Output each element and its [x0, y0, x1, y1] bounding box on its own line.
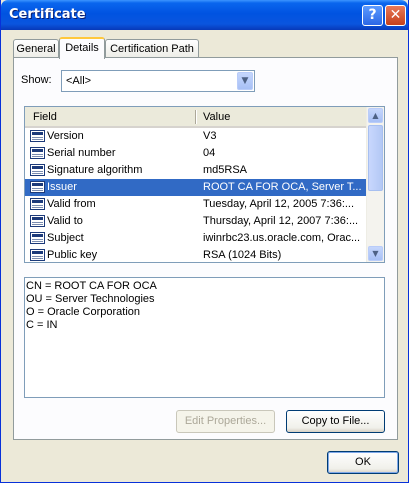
- certificate-field-icon: [30, 249, 45, 261]
- detail-line: O = Oracle Corporation: [26, 306, 141, 318]
- row-value: md5RSA: [203, 164, 248, 176]
- list-row[interactable]: Valid to Thursday, April 12, 2007 7:36:.…: [25, 213, 368, 230]
- copy-to-file-button[interactable]: Copy to File...: [286, 410, 385, 433]
- row-field: Public key: [47, 249, 98, 261]
- list-row[interactable]: Version V3: [25, 128, 368, 145]
- certificate-field-icon: [30, 232, 45, 244]
- ok-button[interactable]: OK: [327, 451, 399, 474]
- column-header-field[interactable]: Field: [33, 111, 57, 123]
- tab-certification-path[interactable]: Certification Path: [105, 39, 199, 59]
- list-row-selected[interactable]: Issuer ROOT CA FOR OCA, Server T...: [25, 179, 368, 196]
- list-row[interactable]: Public key RSA (1024 Bits): [25, 247, 368, 262]
- title-bar[interactable]: Certificate ? ✕: [1, 0, 408, 30]
- tab-general[interactable]: General: [13, 39, 59, 59]
- certificate-field-icon: [30, 181, 45, 193]
- scrollbar-thumb[interactable]: [368, 125, 383, 191]
- row-field: Signature algorithm: [47, 164, 143, 176]
- detail-line: C = IN: [26, 319, 58, 331]
- row-value: ROOT CA FOR OCA, Server T...: [203, 181, 362, 193]
- show-dropdown-value: <All>: [66, 75, 92, 87]
- detail-line: OU = Server Technologies: [26, 293, 155, 305]
- edit-properties-button[interactable]: Edit Properties...: [176, 410, 275, 433]
- close-icon: ✕: [389, 7, 402, 23]
- column-header-value[interactable]: Value: [203, 111, 230, 123]
- tab-details[interactable]: Details: [59, 37, 105, 59]
- row-value: iwinrbc23.us.oracle.com, Orac...: [203, 232, 361, 244]
- window-title: Certificate: [9, 7, 86, 22]
- row-value: 04: [203, 147, 216, 159]
- column-divider[interactable]: [195, 110, 197, 124]
- row-value: V3: [203, 130, 217, 142]
- field-list[interactable]: Field Value Version V3 Serial number 04 …: [24, 106, 385, 263]
- help-icon: ?: [368, 7, 377, 23]
- certificate-dialog: Certificate ? ✕ General Details Certific…: [0, 0, 409, 483]
- row-field: Subject: [47, 232, 84, 244]
- row-field: Valid to: [47, 215, 83, 227]
- row-field: Version: [47, 130, 84, 142]
- certificate-field-icon: [30, 147, 45, 159]
- certificate-field-icon: [30, 198, 45, 210]
- certificate-field-icon: [30, 130, 45, 142]
- list-row[interactable]: Serial number 04: [25, 145, 368, 162]
- scroll-down-icon[interactable]: ▼: [368, 246, 383, 261]
- chevron-down-icon[interactable]: ▼: [237, 72, 253, 90]
- row-value: RSA (1024 Bits): [203, 249, 282, 261]
- close-button[interactable]: ✕: [385, 5, 406, 26]
- list-row[interactable]: Signature algorithm md5RSA: [25, 162, 368, 179]
- list-rows: Version V3 Serial number 04 Signature al…: [25, 128, 368, 262]
- row-value: Tuesday, April 12, 2005 7:36:...: [203, 198, 355, 210]
- row-value: Thursday, April 12, 2007 7:36:...: [203, 215, 359, 227]
- scroll-up-icon[interactable]: ▲: [368, 108, 383, 123]
- list-header: Field Value: [25, 107, 368, 128]
- help-button[interactable]: ?: [362, 5, 383, 26]
- certificate-field-icon: [30, 164, 45, 176]
- show-dropdown[interactable]: <All> ▼: [61, 70, 255, 92]
- vertical-scrollbar[interactable]: ▲ ▼: [366, 107, 384, 262]
- field-detail-text[interactable]: CN = ROOT CA FOR OCA OU = Server Technol…: [24, 277, 385, 398]
- show-label: Show:: [21, 74, 52, 86]
- detail-line: CN = ROOT CA FOR OCA: [26, 280, 157, 292]
- row-field: Issuer: [47, 181, 77, 193]
- certificate-field-icon: [30, 215, 45, 227]
- row-field: Valid from: [47, 198, 96, 210]
- row-field: Serial number: [47, 147, 116, 159]
- list-row[interactable]: Subject iwinrbc23.us.oracle.com, Orac...: [25, 230, 368, 247]
- list-row[interactable]: Valid from Tuesday, April 12, 2005 7:36:…: [25, 196, 368, 213]
